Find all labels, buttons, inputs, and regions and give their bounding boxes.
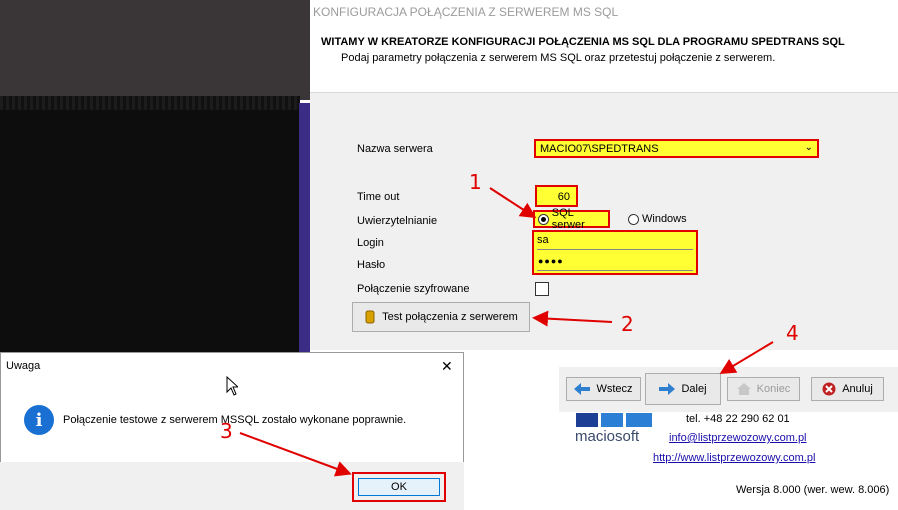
arrow-4 [719,341,774,375]
annotation-number-4: 4 [786,321,799,345]
annotation-number-2: 2 [621,312,634,336]
arrow-2 [532,310,613,327]
arrow-1 [489,187,537,219]
arrow-3 [239,432,352,477]
annotation-number-1: 1 [469,170,482,194]
annotation-number-3: 3 [220,419,233,443]
annotation-arrows [239,187,774,477]
